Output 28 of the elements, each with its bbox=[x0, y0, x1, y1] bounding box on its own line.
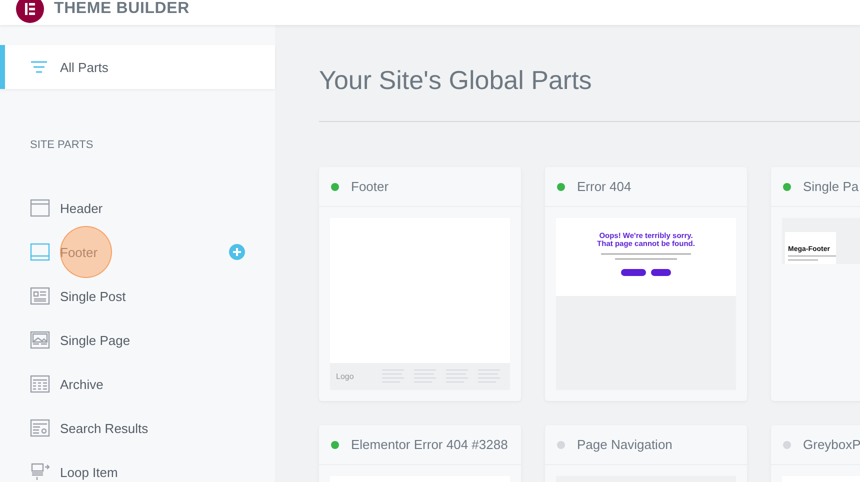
card-title: GreyboxP bbox=[803, 437, 860, 452]
part-card[interactable]: GreyboxP bbox=[771, 425, 860, 482]
section-title: SITE PARTS bbox=[30, 139, 94, 151]
logo-text: Logo bbox=[336, 372, 355, 381]
part-card[interactable]: Page Navigation bbox=[545, 425, 747, 482]
item-label: Footer bbox=[60, 244, 98, 260]
item-label: Single Page bbox=[60, 332, 130, 348]
all-parts-item[interactable]: All Parts bbox=[0, 45, 275, 89]
item-label: Search Results bbox=[60, 420, 148, 436]
card-title: Error 404 bbox=[577, 179, 632, 194]
app-title: THEME BUILDER bbox=[54, 0, 190, 18]
sidebar-item[interactable]: Single Page bbox=[0, 318, 275, 362]
page-title: Your Site's Global Parts bbox=[319, 65, 593, 97]
sidebar-item[interactable]: Loop Item bbox=[0, 450, 275, 482]
card-title: Footer bbox=[351, 179, 389, 194]
item-label: Single Post bbox=[60, 288, 126, 304]
part-card[interactable]: Elementor Error 404 #3288 bbox=[319, 425, 521, 482]
card-title: Elementor Error 404 #3288 bbox=[351, 437, 508, 452]
sidebar-item[interactable]: Archive bbox=[0, 362, 275, 406]
part-card[interactable]: Footer Logo bbox=[319, 167, 521, 401]
item-label: Header bbox=[60, 200, 103, 216]
sidebar-item[interactable]: Search Results bbox=[0, 406, 275, 450]
card-title: Single Pa bbox=[803, 179, 859, 194]
card-title: Page Navigation bbox=[577, 437, 672, 452]
item-label: Archive bbox=[60, 376, 104, 392]
sidebar-item[interactable]: Single Post bbox=[0, 274, 275, 318]
sidebar-item[interactable]: Header bbox=[0, 186, 275, 230]
item-label: Loop Item bbox=[60, 464, 118, 480]
